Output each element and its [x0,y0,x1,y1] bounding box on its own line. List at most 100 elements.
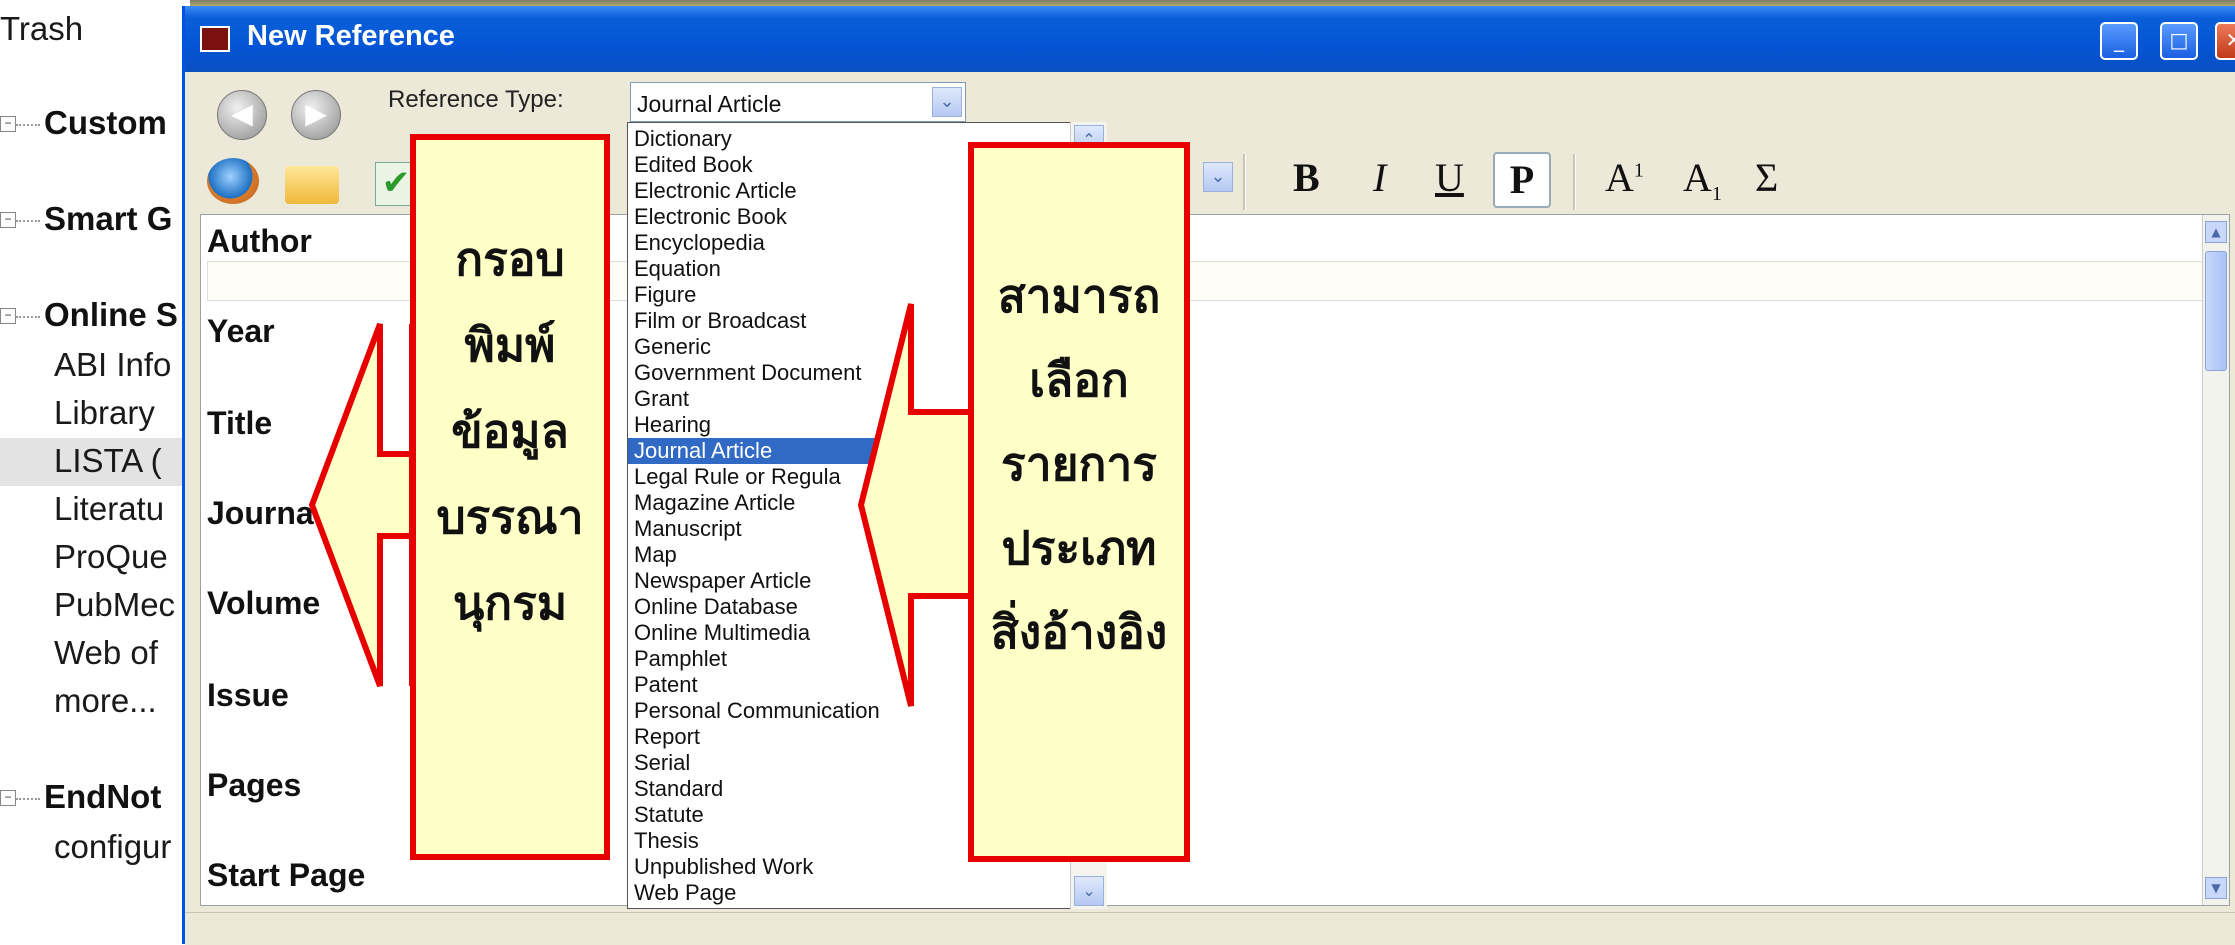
dialog-titlebar[interactable]: New Reference _ □ ✕ [185,6,2235,72]
sidebar-item-more[interactable]: more... [54,682,157,720]
dropdown-option[interactable]: Film or Broadcast [634,308,806,334]
dropdown-option[interactable]: Pamphlet [634,646,727,672]
superscript-button[interactable]: A1 [1605,154,1644,201]
annotation-line: สามารถ [997,269,1161,323]
italic-button[interactable]: I [1373,154,1386,201]
superscript-mark: 1 [1633,159,1644,182]
globe-icon[interactable] [207,158,259,204]
scroll-thumb[interactable] [2205,251,2227,371]
annotation-line: พิมพ์ [464,318,556,372]
sidebar-group-custom[interactable]: Custom [44,104,167,142]
dropdown-option[interactable]: Online Database [634,594,798,620]
collapse-icon[interactable]: − [0,116,16,132]
library-sidebar: Trash − Custom − Smart G − Online S ABI … [0,0,190,944]
sidebar-group-endnote[interactable]: EndNot [44,778,161,816]
right-annotation-box: สามารถ เลือก รายการ ประเภท สิ่งอ้างอิง [968,142,1190,862]
dropdown-option[interactable]: Figure [634,282,696,308]
field-label-year: Year [207,313,275,349]
reference-type-label: Reference Type: [388,86,564,113]
subscript-letter: A [1683,155,1712,200]
dropdown-option[interactable]: Magazine Article [634,490,795,516]
dropdown-option[interactable]: Edited Book [634,152,753,178]
scroll-down-icon[interactable]: ▼ [2205,877,2227,899]
dropdown-option[interactable]: Dictionary [634,126,732,152]
dropdown-option[interactable]: Encyclopedia [634,230,765,256]
field-label-author: Author [207,223,312,259]
annotation-line: รายการ [1001,437,1157,491]
dropdown-option[interactable]: Grant [634,386,689,412]
sidebar-item-online[interactable]: Literatu [54,490,164,528]
dropdown-option[interactable]: Equation [634,256,721,282]
dropdown-option[interactable]: Web Page [634,880,736,906]
superscript-letter: A [1605,155,1634,200]
dropdown-option[interactable]: Manuscript [634,516,742,542]
dropdown-option[interactable]: Newspaper Article [634,568,811,594]
dropdown-option[interactable]: Unpublished Work [634,854,813,880]
sidebar-item-online[interactable]: LISTA ( [54,442,162,480]
left-callout-arrow [308,322,415,688]
reference-type-value: Journal Article [637,91,782,117]
sidebar-group-online[interactable]: Online S [44,296,178,334]
tree-line [16,316,40,318]
collapse-icon[interactable]: − [0,212,16,228]
annotation-line: กรอบ [455,232,565,286]
dropdown-option[interactable]: Map [634,542,677,568]
left-annotation-box: กรอบพิมพ์ข้อมูลบรรณานุกรม [410,134,610,860]
dropdown-option[interactable]: Serial [634,750,690,776]
endnote-app-icon [200,26,230,52]
dropdown-option[interactable]: Generic [634,334,711,360]
subscript-button[interactable]: A1 [1683,154,1722,206]
dropdown-option[interactable]: Electronic Article [634,178,797,204]
back-arrow-icon[interactable]: ◀ [217,90,267,140]
editor-scrollbar[interactable]: ▲ ▼ [2202,215,2229,905]
right-callout-arrow [857,303,976,707]
folder-icon[interactable] [285,166,339,204]
minimize-button[interactable]: _ [2100,22,2138,60]
dropdown-option[interactable]: Electronic Book [634,204,787,230]
field-label-title: Title [207,405,273,441]
dropdown-option[interactable]: Report [634,724,700,750]
field-label-pages: Pages [207,767,302,803]
annotation-line: ประเภท [1001,521,1157,575]
sidebar-item-online[interactable]: PubMec [54,586,175,624]
sidebar-group-smart[interactable]: Smart G [44,200,172,238]
tree-line [16,220,40,222]
scroll-down-icon[interactable]: ⌄ [1074,876,1104,906]
sidebar-item-configure[interactable]: configur [54,828,171,866]
dropdown-option[interactable]: Government Document [634,360,861,386]
sidebar-item-online[interactable]: ProQue [54,538,168,576]
dialog-title: New Reference [247,20,455,52]
underline-button[interactable]: U [1435,154,1464,201]
sidebar-item-online[interactable]: Library [54,394,155,432]
font-size-chevron-icon[interactable]: ⌄ [1203,162,1233,192]
maximize-button[interactable]: □ [2160,22,2198,60]
annotation-line: ข้อมูล [451,404,569,458]
dropdown-option[interactable]: Online Multimedia [634,620,810,646]
field-label-issue: Issue [207,677,289,713]
status-bar [185,912,2235,945]
sidebar-item-online[interactable]: Web of [54,634,158,672]
dropdown-option[interactable]: Patent [634,672,698,698]
reference-type-select[interactable]: Journal Article ⌄ [630,82,966,122]
dropdown-option[interactable]: Hearing [634,412,711,438]
close-button[interactable]: ✕ [2215,22,2235,60]
scroll-up-icon[interactable]: ▲ [2205,221,2227,243]
forward-arrow-icon[interactable]: ▶ [291,90,341,140]
annotation-line: นุกรม [452,576,568,630]
annotation-line: สิ่งอ้างอิง [990,605,1168,659]
dropdown-option[interactable]: Thesis [634,828,699,854]
plain-button[interactable]: P [1493,152,1551,208]
annotation-line: บรรณา [436,490,584,544]
dropdown-option[interactable]: Statute [634,802,704,828]
symbol-button[interactable]: Σ [1755,154,1778,201]
sidebar-item-online[interactable]: ABI Info [54,346,171,384]
collapse-icon[interactable]: − [0,790,16,806]
chevron-down-icon[interactable]: ⌄ [932,87,962,117]
bold-button[interactable]: B [1293,154,1320,201]
sidebar-item-trash[interactable]: Trash [0,10,83,48]
collapse-icon[interactable]: − [0,308,16,324]
tree-line [16,798,40,800]
dropdown-option[interactable]: Standard [634,776,723,802]
dropdown-option[interactable]: Personal Communication [634,698,880,724]
dropdown-option[interactable]: Legal Rule or Regula [634,464,841,490]
